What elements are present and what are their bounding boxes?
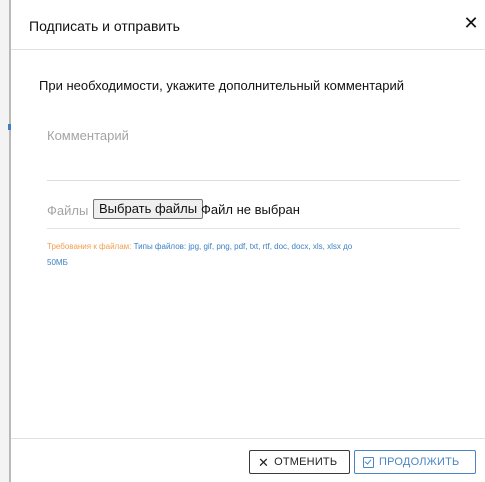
files-underline: [47, 228, 460, 229]
files-label: Файлы: [47, 203, 89, 218]
choose-files-button[interactable]: Выбрать файлы: [93, 199, 204, 219]
comment-underline: [47, 180, 460, 181]
file-requirements: Требования к файлам: Типы файлов: jpg, g…: [47, 238, 452, 256]
background-window-edge: [0, 0, 11, 482]
cancel-button[interactable]: ✕ ОТМЕНИТЬ: [249, 450, 350, 474]
comment-hint: При необходимости, укажите дополнительны…: [39, 78, 404, 93]
cancel-label: ОТМЕНИТЬ: [274, 456, 338, 468]
continue-button[interactable]: ПРОДОЛЖИТЬ: [354, 450, 476, 474]
continue-label: ПРОДОЛЖИТЬ: [379, 456, 460, 468]
comment-field[interactable]: Комментарий: [47, 128, 129, 143]
requirements-size: 50МБ: [47, 258, 68, 267]
requirements-label: Требования к файлам:: [47, 242, 132, 251]
dialog-header: Подписать и отправить ✕: [11, 0, 485, 50]
footer-divider: [11, 438, 485, 439]
file-status: Файл не выбран: [201, 202, 300, 217]
close-icon: ✕: [258, 454, 270, 470]
checkbox-check-icon: [363, 456, 374, 468]
dialog-title: Подписать и отправить: [29, 18, 180, 34]
close-icon[interactable]: ✕: [463, 14, 479, 32]
requirements-types: Типы файлов: jpg, gif, png, pdf, txt, rt…: [133, 242, 353, 251]
sign-and-send-dialog: Подписать и отправить ✕ При необходимост…: [11, 0, 485, 482]
